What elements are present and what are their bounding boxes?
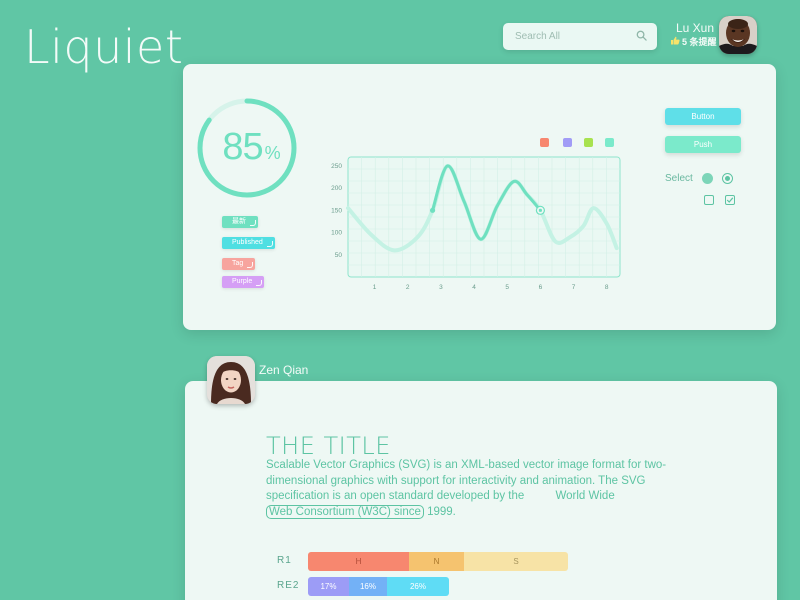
legend-swatch-2 [563, 138, 572, 147]
tag-purple[interactable]: Purple [222, 276, 265, 288]
app-logo: Liquiet [24, 20, 184, 74]
line-chart: 50 100 150 200 250 1 2 3 4 5 6 7 8 [331, 156, 621, 291]
article-title: THE TITLE [266, 432, 391, 460]
legend-swatch-4 [605, 138, 614, 147]
x-tick-label: 4 [472, 284, 476, 291]
tag-newest[interactable]: 最新 [222, 216, 258, 228]
push-button[interactable]: Push [665, 136, 741, 153]
search-icon[interactable] [636, 28, 647, 46]
checkbox-checked[interactable] [725, 195, 735, 205]
user-name[interactable]: Lu Xun [676, 21, 714, 35]
x-tick-label: 6 [539, 284, 543, 291]
article-link[interactable]: Web Consortium (W3C) since [266, 504, 424, 519]
x-tick-label: 7 [572, 284, 576, 291]
radio-option-2[interactable] [722, 173, 733, 184]
bar-segment: 16% [349, 577, 387, 596]
bar-segment: H [308, 552, 409, 571]
primary-button[interactable]: Button [665, 108, 741, 125]
radio-option-1[interactable] [702, 173, 713, 184]
author-name[interactable]: Zen Qian [259, 363, 308, 377]
author-avatar[interactable] [207, 356, 255, 404]
tag-published[interactable]: Published [222, 237, 275, 249]
article-body: Scalable Vector Graphics (SVG) is an XML… [266, 459, 667, 519]
x-tick-label: 3 [439, 284, 443, 291]
tag-tag[interactable]: Tag [222, 258, 256, 270]
series-point-center [538, 208, 542, 212]
search-box[interactable] [503, 23, 657, 50]
bar-segment: S [464, 552, 568, 571]
x-tick-label: 1 [373, 284, 377, 291]
y-tick-label: 200 [331, 185, 342, 192]
progress-value: 85% [222, 126, 280, 168]
article-card: THE TITLE Scalable Vector Graphics (SVG)… [185, 381, 777, 600]
y-tick-label: 250 [331, 163, 342, 170]
select-label: Select [665, 173, 693, 184]
y-tick-label: 50 [335, 252, 343, 259]
user-notifications[interactable]: 5 条提醒 [670, 35, 717, 48]
bar-segment: 26% [387, 577, 449, 596]
bar-segment: 17% [308, 577, 349, 596]
bar-label-r1: R1 [277, 555, 292, 566]
thumbs-up-icon [670, 36, 680, 47]
y-tick-label: 100 [331, 230, 342, 237]
legend-swatch-1 [540, 138, 549, 147]
dashboard-card: 85% 最新 Published Tag Purple 50 100 150 200 2… [183, 64, 776, 330]
search-input[interactable] [515, 31, 636, 42]
series-point [429, 207, 436, 213]
legend-swatch-3 [584, 138, 593, 147]
x-tick-label: 5 [505, 284, 509, 291]
x-tick-label: 8 [605, 284, 609, 291]
y-tick-label: 150 [331, 207, 342, 214]
x-tick-label: 2 [406, 284, 410, 291]
checkbox-unchecked[interactable] [704, 195, 714, 205]
user-avatar[interactable] [719, 16, 757, 54]
bar-segment: N [409, 552, 464, 571]
bar-label-r2: RE2 [277, 580, 300, 591]
notification-text: 5 条提醒 [682, 37, 717, 47]
